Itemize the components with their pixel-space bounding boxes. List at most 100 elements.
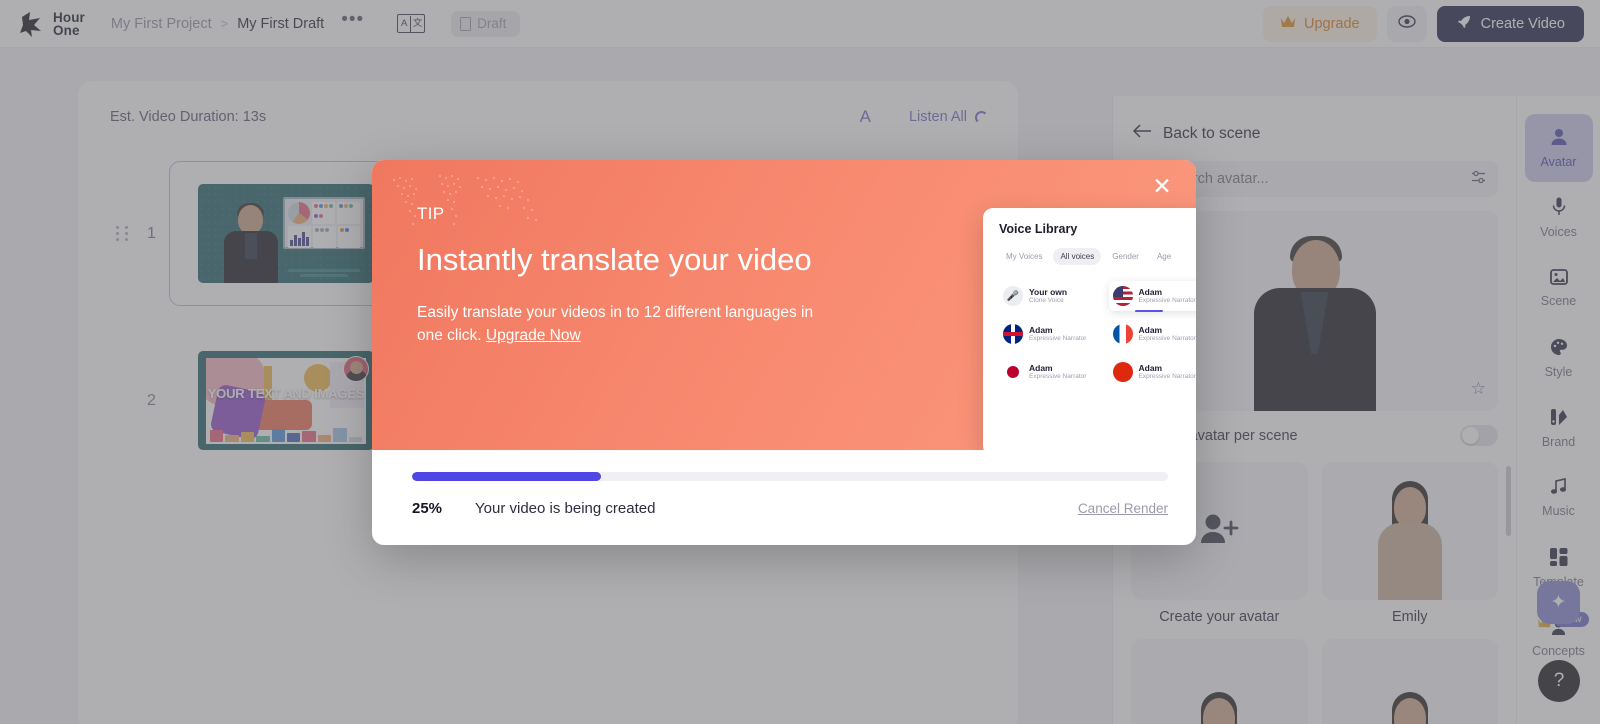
breadcrumb-project[interactable]: My First Project xyxy=(111,16,212,32)
upgrade-now-link[interactable]: Upgrade Now xyxy=(486,327,581,344)
listen-all-button[interactable]: Listen All xyxy=(909,109,988,125)
scene-thumbnail[interactable]: YOUR TEXT AND IMAGES xyxy=(198,351,374,450)
microphone-icon xyxy=(1552,197,1566,219)
hourone-star-logo-icon xyxy=(16,9,46,39)
flag-fr-icon xyxy=(1112,324,1133,344)
rail-label: Scene xyxy=(1540,293,1577,308)
rail-label: Concepts xyxy=(1532,644,1585,658)
progress-bar xyxy=(412,472,1168,481)
avatar-card[interactable]: Emily xyxy=(1321,462,1498,625)
microphone-icon: 🎤 xyxy=(1003,286,1023,306)
cancel-render-link[interactable]: Cancel Render xyxy=(1078,501,1168,516)
rail-label: Music xyxy=(1542,504,1575,518)
sliders-icon[interactable] xyxy=(1471,170,1486,189)
search-input[interactable] xyxy=(1167,171,1462,187)
scene-thumbnail[interactable] xyxy=(198,184,374,283)
status-badge: Draft xyxy=(451,10,521,37)
translate-icon-left: A xyxy=(398,15,412,32)
eye-icon xyxy=(1397,14,1416,33)
grid-icon xyxy=(1549,547,1568,569)
translate-icon-right: 文 xyxy=(412,17,423,29)
rail-label: Avatar xyxy=(1540,154,1577,169)
voice-name: Your own xyxy=(1029,287,1068,297)
voice-item[interactable]: Adam Expressive Narrator xyxy=(1109,357,1197,387)
voice-desc: Expressive Narrator xyxy=(1138,373,1196,380)
voice-library-tabs: My Voices All voices Gender Age xyxy=(999,248,1196,265)
close-icon[interactable]: ✕ xyxy=(1148,172,1176,200)
drag-handle-icon[interactable] xyxy=(116,226,130,241)
brand-icon xyxy=(1550,408,1568,429)
rail-item-voices[interactable]: Voices xyxy=(1525,184,1593,252)
rocket-icon xyxy=(1456,14,1472,34)
scene-card[interactable]: YOUR TEXT AND IMAGES xyxy=(169,328,403,473)
create-video-label: Create Video xyxy=(1480,15,1565,32)
voice-tab[interactable]: My Voices xyxy=(999,248,1049,265)
palette-icon xyxy=(1550,338,1568,359)
avatar-card-label: Emily xyxy=(1392,609,1428,625)
scene-card-selected[interactable] xyxy=(169,161,403,306)
app-logo[interactable]: Hour One xyxy=(16,9,85,39)
voice-desc: Expressive Narrator xyxy=(1138,335,1196,342)
voice-tab[interactable]: Age xyxy=(1150,248,1178,265)
rail-item-avatar[interactable]: Avatar xyxy=(1524,114,1593,182)
voice-tab-active[interactable]: All voices xyxy=(1053,248,1102,265)
top-bar-actions: Upgrade Create Video xyxy=(1263,5,1584,42)
breadcrumb-draft[interactable]: My First Draft xyxy=(237,16,324,32)
app-root: Hour One My First Project > My First Dra… xyxy=(0,0,1600,724)
question-mark-icon: ? xyxy=(1553,670,1565,691)
top-bar: Hour One My First Project > My First Dra… xyxy=(0,0,1600,48)
text-style-icon[interactable]: A xyxy=(860,107,871,127)
preview-button[interactable] xyxy=(1386,5,1427,42)
upgrade-button[interactable]: Upgrade xyxy=(1263,5,1377,42)
voice-library-title: Voice Library xyxy=(999,222,1078,236)
voice-tab[interactable]: Gender xyxy=(1105,248,1146,265)
voice-library-mockup: Voice Library My Voices All voices Gende… xyxy=(983,208,1196,450)
create-video-button[interactable]: Create Video xyxy=(1436,5,1584,42)
voice-list: 🎤 Your own Clone Voice Adam Expressive Nar… xyxy=(999,281,1196,387)
voice-name: Adam xyxy=(1138,325,1163,335)
rail-item-scene[interactable]: Scene xyxy=(1525,254,1593,322)
voice-item[interactable]: Adam Expressive Narrator xyxy=(999,357,1103,387)
progress-percent: 25% xyxy=(412,500,443,517)
flag-jp-icon xyxy=(1003,362,1023,382)
panel-scrollbar[interactable] xyxy=(1506,466,1511,536)
rail-item-style[interactable]: Style xyxy=(1525,324,1593,392)
modal-banner: ✕ TIP Instantly translate your video Eas… xyxy=(372,160,1196,450)
star-icon[interactable]: ☆ xyxy=(1471,379,1486,399)
upgrade-label: Upgrade xyxy=(1304,15,1360,32)
flag-cn-icon xyxy=(1112,362,1133,382)
avatar-card[interactable] xyxy=(1321,639,1498,724)
avatar-card[interactable] xyxy=(1131,639,1308,724)
crown-icon xyxy=(1280,15,1296,32)
arrow-left-icon xyxy=(1132,124,1152,143)
voice-item-selected[interactable]: Adam Expressive Narrator xyxy=(1108,281,1196,312)
more-menu-button[interactable]: ••• xyxy=(341,10,364,32)
back-to-scene-button[interactable]: Back to scene xyxy=(1113,96,1516,143)
back-to-scene-label: Back to scene xyxy=(1163,124,1261,142)
progress-bar-fill xyxy=(412,472,601,481)
rail-item-brand[interactable]: Brand xyxy=(1525,394,1593,462)
modal-title: Instantly translate your video xyxy=(417,242,812,277)
scene-thumbnail-caption: YOUR TEXT AND IMAGES xyxy=(207,385,365,401)
flag-us-icon xyxy=(1112,286,1133,306)
rail-item-music[interactable]: Music xyxy=(1525,464,1593,532)
rail-label: Voices xyxy=(1540,225,1577,239)
voice-item[interactable]: Adam Expressive Narrator xyxy=(1109,319,1197,349)
rail-label: Brand xyxy=(1541,434,1576,449)
ai-assistant-fab[interactable]: ✦ xyxy=(1537,581,1580,624)
tool-rail: Avatar Voices Scene Style Brand Music Co… xyxy=(1516,96,1600,724)
breadcrumb-separator: > xyxy=(220,16,229,31)
avatar-per-scene-toggle[interactable] xyxy=(1460,425,1498,446)
status-badge-label: Draft xyxy=(477,16,507,31)
person-icon xyxy=(1550,128,1568,149)
avatar-card-label: Create your avatar xyxy=(1159,609,1280,625)
voice-item[interactable]: 🎤 Your own Clone Voice xyxy=(999,281,1103,311)
voice-name: Adam xyxy=(1138,287,1163,297)
help-button[interactable]: ? xyxy=(1538,660,1580,702)
modal-subtitle: Easily translate your videos in to 12 di… xyxy=(417,301,837,347)
music-note-icon xyxy=(1550,478,1568,498)
voice-item[interactable]: Adam Expressive Narrator xyxy=(999,319,1103,349)
voice-desc: Clone Voice xyxy=(1029,297,1064,304)
translate-icon[interactable]: A 文 xyxy=(397,14,426,33)
voice-name: Adam xyxy=(1138,363,1163,373)
